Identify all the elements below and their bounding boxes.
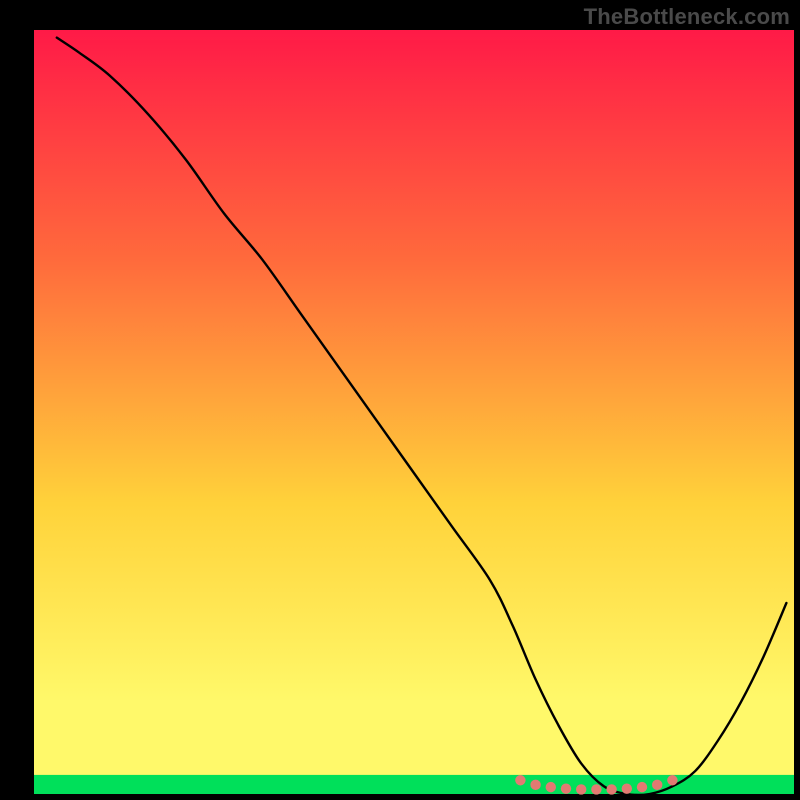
plot-area <box>0 0 800 800</box>
chart-svg <box>0 0 800 800</box>
trough-dot <box>652 780 662 790</box>
trough-dot <box>576 784 586 794</box>
chart-stage: TheBottleneck.com <box>0 0 800 800</box>
trough-dot <box>530 780 540 790</box>
trough-dot <box>667 775 677 785</box>
gradient-panel <box>34 30 794 794</box>
trough-dot <box>591 784 601 794</box>
trough-dot <box>622 783 632 793</box>
green-band <box>34 775 794 794</box>
trough-dot <box>637 782 647 792</box>
trough-dot <box>515 775 525 785</box>
trough-dot <box>561 783 571 793</box>
trough-dot <box>606 784 616 794</box>
watermark-text: TheBottleneck.com <box>584 4 790 30</box>
trough-dot <box>546 782 556 792</box>
